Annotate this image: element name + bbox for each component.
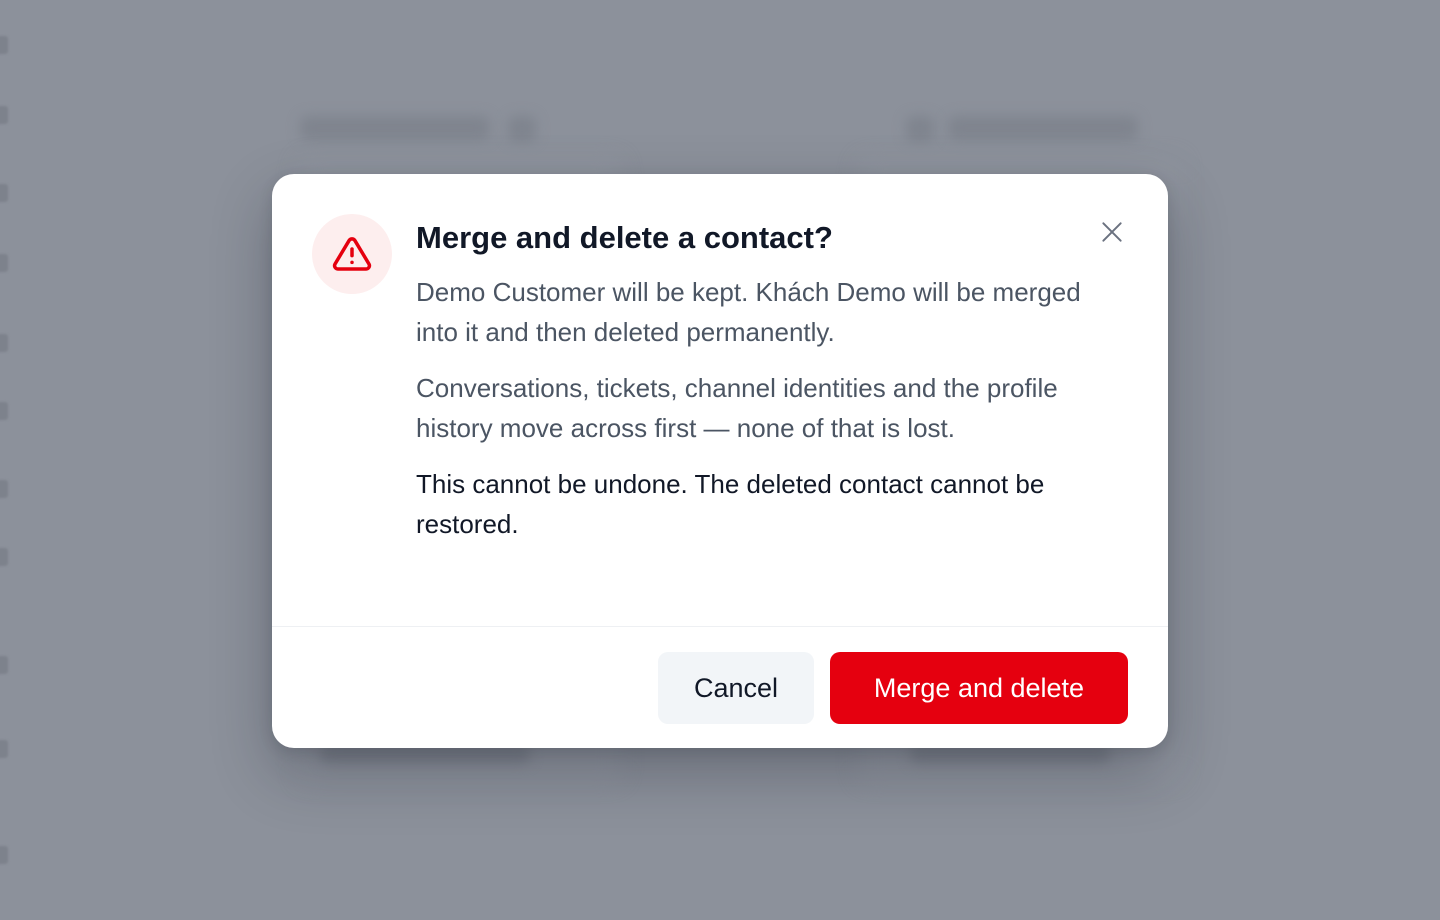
dialog-title: Merge and delete a contact? [416, 220, 833, 255]
dialog-details: Conversations, tickets, channel identiti… [416, 373, 1058, 443]
blurred-heading-right-icon [906, 116, 934, 142]
warning-icon-badge [312, 214, 392, 294]
merge-and-delete-button[interactable]: Merge and delete [830, 652, 1128, 724]
blurred-heading-right [948, 116, 1138, 140]
dialog-warning-text: This cannot be undone. The deleted conta… [416, 469, 1045, 539]
blurred-heading-left [300, 116, 490, 140]
blurred-heading-left-icon [508, 116, 536, 142]
dialog-description: Demo Customer will be kept. Khách Demo w… [416, 277, 1081, 347]
merge-delete-dialog: Merge and delete a contact? Demo Custome… [272, 174, 1168, 748]
footer-divider [272, 626, 1168, 627]
cancel-button[interactable]: Cancel [658, 652, 814, 724]
warning-triangle-icon [332, 237, 372, 271]
close-button[interactable] [1094, 214, 1130, 250]
blurred-sidebar [0, 0, 14, 920]
dialog-body: Merge and delete a contact? Demo Custome… [416, 218, 1096, 544]
close-icon [1102, 222, 1122, 242]
